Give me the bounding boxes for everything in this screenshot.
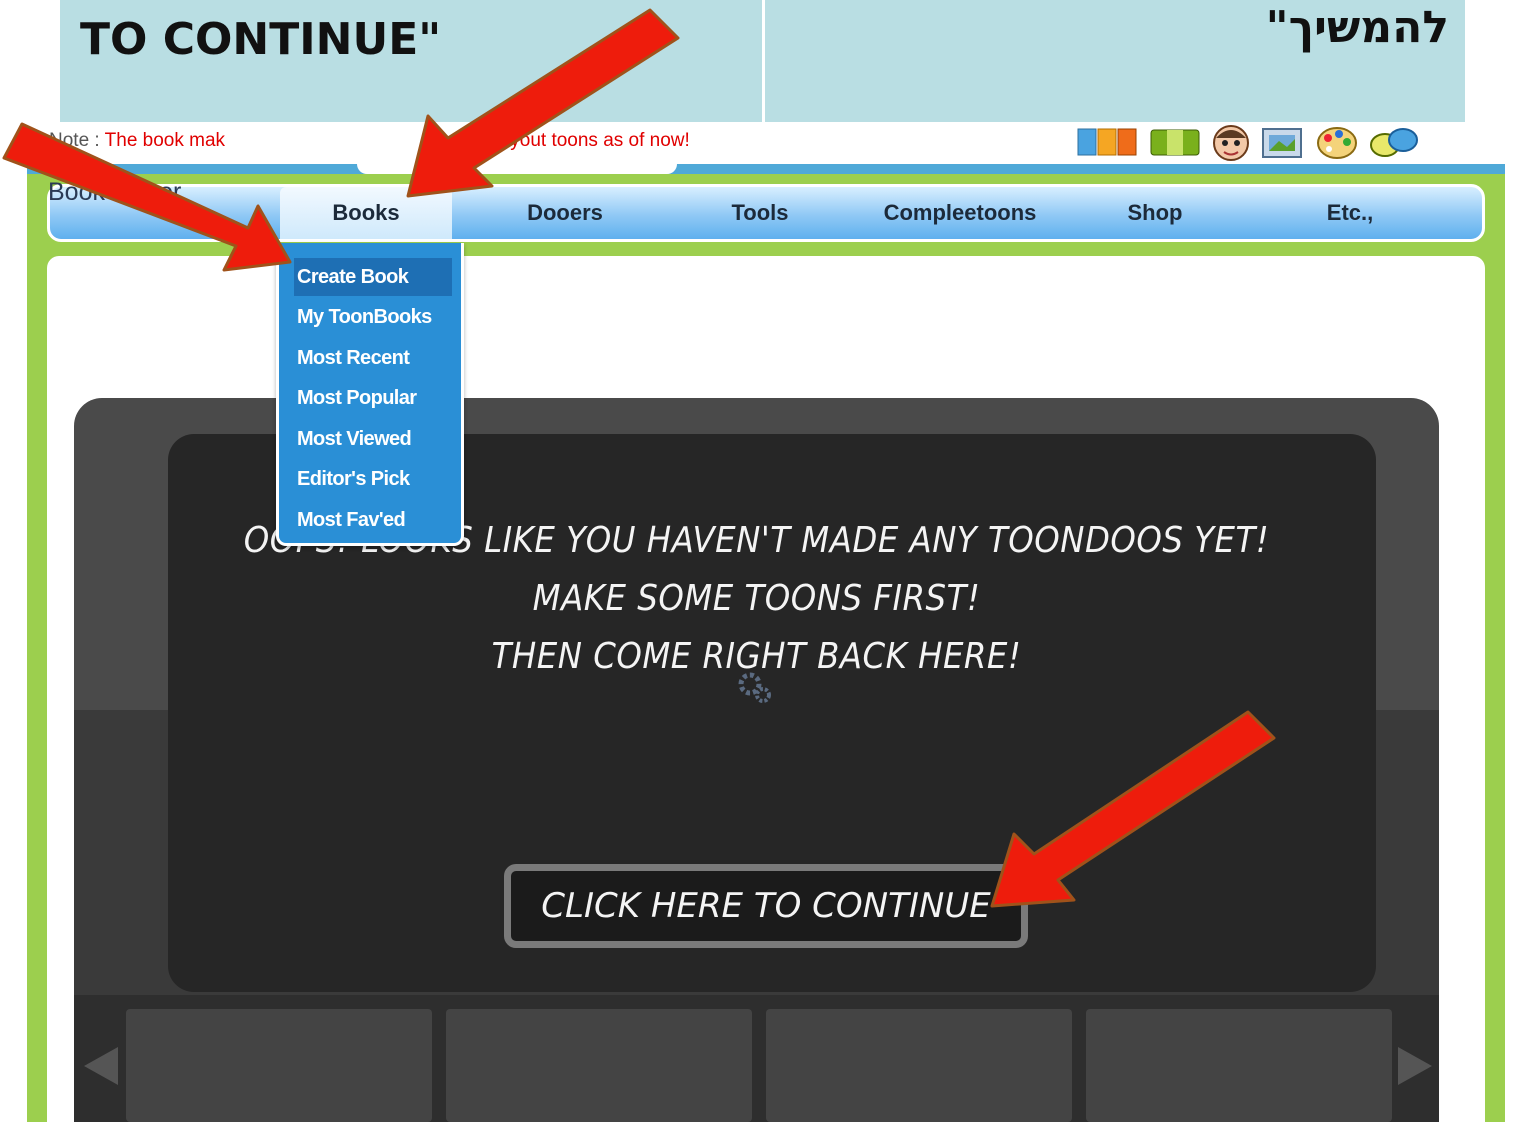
empty-message-line-2: MAKE SOME TOONS FIRST! (532, 578, 981, 619)
tray-slot[interactable] (126, 1009, 432, 1122)
nav-item-tools[interactable]: Tools (690, 187, 830, 239)
nav-item-shop[interactable]: Shop (1090, 187, 1220, 239)
nav-item-books[interactable]: Books (280, 187, 452, 239)
tool-icons (1077, 122, 1419, 162)
tray-slot[interactable] (1086, 1009, 1392, 1122)
page-tray (74, 995, 1439, 1122)
photo-icon[interactable] (1261, 123, 1305, 161)
note-line: Note : The book mak (49, 130, 225, 152)
banner-text-english: TO CONTINUE" (80, 14, 442, 65)
tray-slot[interactable] (446, 1009, 752, 1122)
top-strip (27, 164, 1505, 174)
layout-icon[interactable] (1077, 128, 1139, 156)
tray-slot[interactable] (766, 1009, 1072, 1122)
instruction-banner-right: להמשיך" (765, 0, 1465, 122)
continue-button[interactable]: CLICK HERE TO CONTINUE (504, 864, 1028, 948)
tray-right-arrow-icon[interactable] (1396, 1045, 1436, 1087)
menu-item-my-toonbooks[interactable]: My ToonBooks (294, 298, 452, 336)
menu-item-editors-pick[interactable]: Editor's Pick (294, 460, 452, 498)
banner-text-hebrew: להמשיך" (1265, 2, 1449, 53)
menu-item-create-book[interactable]: Create Book (294, 258, 452, 296)
note-text-end: vertical layout toons as of now! (430, 130, 690, 151)
nav-item-compleetoons[interactable]: Compleetoons (860, 187, 1060, 239)
main-nav-bar: Books Dooers Tools Compleetoons Shop Etc… (47, 184, 1485, 242)
paint-palette-icon[interactable] (1315, 123, 1359, 161)
note-text-start: The book mak (104, 130, 226, 151)
books-dropdown-menu: Create Book My ToonBooks Most Recent Mos… (276, 243, 464, 546)
menu-item-most-faved[interactable]: Most Fav'ed (294, 501, 452, 539)
text-bubble-icon[interactable] (1369, 123, 1419, 161)
nav-item-dooers[interactable]: Dooers (490, 187, 640, 239)
character-face-icon[interactable] (1211, 122, 1251, 162)
page-title: Book Maker (48, 178, 182, 206)
note-label: Note : (49, 130, 100, 151)
nav-item-etc[interactable]: Etc., (1285, 187, 1415, 239)
book-icon[interactable] (1149, 127, 1201, 157)
loading-gear-icon (738, 672, 771, 703)
header-tab (357, 164, 677, 174)
instruction-banner-left: TO CONTINUE" (60, 0, 762, 122)
tray-left-arrow-icon[interactable] (80, 1045, 120, 1087)
menu-item-most-viewed[interactable]: Most Viewed (294, 420, 452, 458)
menu-item-most-popular[interactable]: Most Popular (294, 379, 452, 417)
menu-item-most-recent[interactable]: Most Recent (294, 339, 452, 377)
